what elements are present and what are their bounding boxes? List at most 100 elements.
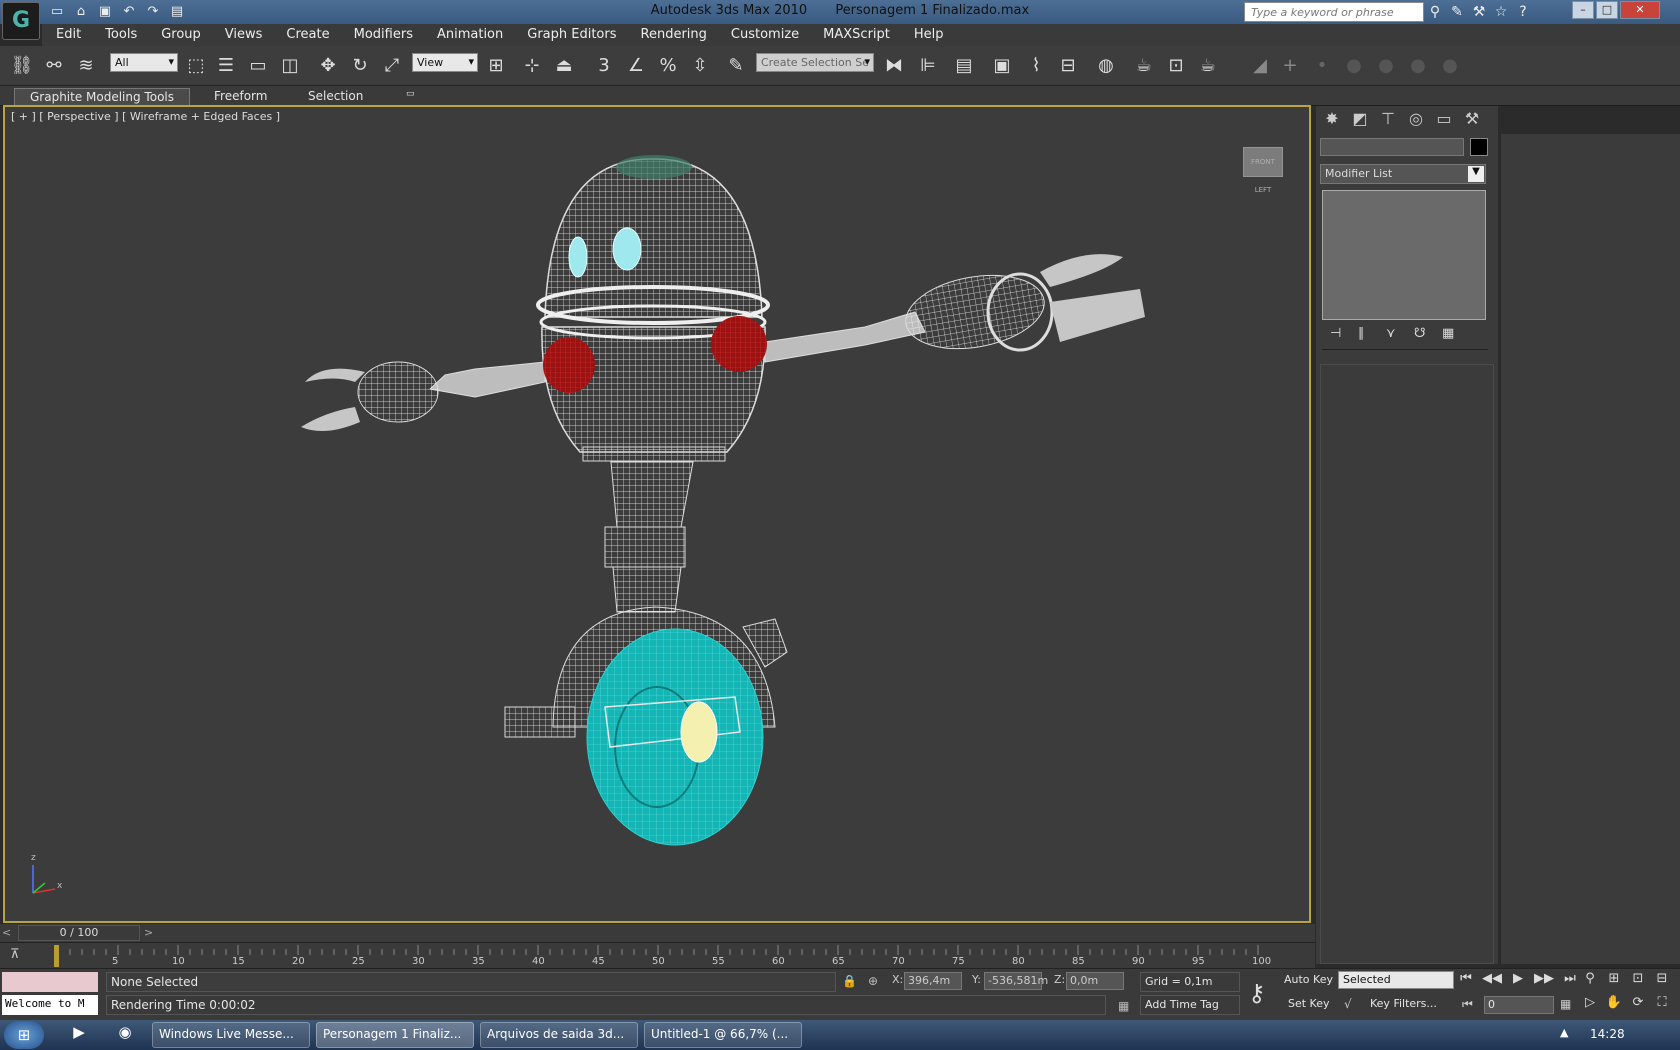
named-selection-set-dropdown[interactable]: Create Selection Se [756, 53, 874, 72]
media-player-icon[interactable]: ▶ [66, 1023, 92, 1047]
play-icon[interactable]: ▶ [1508, 971, 1528, 991]
key-icon[interactable]: ⚷ [1248, 979, 1278, 1009]
select-object-icon[interactable]: ⬚ [182, 52, 210, 80]
auto-key-button[interactable]: Auto Key [1284, 973, 1333, 986]
menu-tools[interactable]: Tools [91, 24, 147, 46]
menu-group[interactable]: Group [147, 24, 211, 46]
communication-icon[interactable]: ✎ [1448, 2, 1466, 22]
time-tag-icon[interactable]: ▦ [1118, 999, 1129, 1013]
zoom-extents-all-icon[interactable]: ⊟ [1652, 971, 1672, 991]
curve-editor-icon[interactable]: ⌇ [1022, 52, 1050, 80]
time-configuration-icon[interactable]: ▦ [1560, 997, 1571, 1011]
chevron-down-icon[interactable]: ▼ [1468, 166, 1484, 182]
modifier-list-dropdown[interactable]: Modifier List [1320, 164, 1486, 184]
start-button[interactable]: ⊞ [4, 1021, 44, 1049]
menu-views[interactable]: Views [211, 24, 273, 46]
clock[interactable]: 14:28 [1590, 1027, 1625, 1041]
task-windows-live-messenger[interactable]: Windows Live Messe... [152, 1022, 310, 1048]
maximize-viewport-icon[interactable]: ⛶ [1652, 995, 1672, 1015]
help-icon[interactable]: ? [1514, 2, 1532, 22]
pin-stack-icon[interactable]: ⊣ [1330, 326, 1348, 344]
modifier-stack[interactable] [1322, 190, 1486, 320]
rotate-icon[interactable]: ↻ [346, 52, 374, 80]
snaps-toggle-icon[interactable]: 3 [590, 52, 618, 80]
tab-graphite-modeling-tools[interactable]: Graphite Modeling Tools [14, 88, 190, 106]
new-file-icon[interactable]: ▭ [46, 2, 68, 22]
binoculars-icon[interactable]: ⚲ [1426, 2, 1444, 22]
object-color-swatch[interactable] [1470, 138, 1488, 156]
project-folder-icon[interactable]: ▤ [166, 2, 188, 22]
render-setup-icon[interactable]: ☕ [1130, 52, 1158, 80]
star-icon[interactable]: ☆ [1492, 2, 1510, 22]
remove-modifier-icon[interactable]: ☋ [1414, 326, 1432, 344]
material-editor-icon[interactable]: ◍ [1092, 52, 1120, 80]
motion-tab-icon[interactable]: ◎ [1403, 109, 1429, 131]
time-slider-next[interactable]: > [144, 926, 153, 939]
mini-curve-editor-icon[interactable]: ⊼ [10, 947, 20, 962]
edit-named-selection-icon[interactable]: ✎ [722, 52, 750, 80]
rendered-frame-window-icon[interactable]: ⊡ [1162, 52, 1190, 80]
make-unique-icon[interactable]: ⋎ [1386, 326, 1404, 344]
zoom-all-icon[interactable]: ⊞ [1604, 971, 1624, 991]
select-manipulate-icon[interactable]: ⊹ [518, 52, 546, 80]
task-explorer-folder[interactable]: Arquivos de saida 3d... [480, 1022, 638, 1048]
add-time-tag[interactable]: Add Time Tag [1140, 995, 1240, 1015]
menu-create[interactable]: Create [272, 24, 339, 46]
z-coordinate-field[interactable]: 0,0m [1066, 972, 1124, 990]
tab-freeform[interactable]: Freeform [204, 88, 277, 106]
maximize-button[interactable]: □ [1596, 1, 1618, 19]
robot-model[interactable] [5, 107, 1311, 923]
save-file-icon[interactable]: ▣ [94, 2, 116, 22]
default-in-out-tangent-icon[interactable]: √ [1344, 997, 1352, 1011]
tab-selection[interactable]: Selection [298, 88, 373, 106]
x-coordinate-field[interactable]: 396,4m [904, 972, 962, 990]
go-to-end-icon[interactable]: ⏭ [1560, 971, 1580, 991]
menu-rendering[interactable]: Rendering [627, 24, 717, 46]
configure-modifier-sets-icon[interactable]: ▦ [1442, 326, 1460, 344]
rectangle-selection-icon[interactable]: ▭ [244, 52, 272, 80]
tray-expand-icon[interactable]: ▲ [1560, 1026, 1568, 1039]
pivot-center-icon[interactable]: ⊞ [482, 52, 510, 80]
move-icon[interactable]: ✥ [314, 52, 342, 80]
menu-edit[interactable]: Edit [42, 24, 91, 46]
zoom-extents-icon[interactable]: ⊡ [1628, 971, 1648, 991]
field-of-view-icon[interactable]: ▷ [1580, 995, 1600, 1015]
search-input[interactable]: Type a keyword or phrase [1244, 2, 1424, 22]
pan-icon[interactable]: ✋ [1604, 995, 1624, 1015]
menu-graph-editors[interactable]: Graph Editors [513, 24, 626, 46]
previous-frame-icon[interactable]: ◀◀ [1482, 971, 1502, 991]
lock-icon[interactable]: 🔒 [842, 974, 857, 988]
keyboard-shortcut-override-icon[interactable]: ⏏ [550, 52, 578, 80]
ribbon-options-icon[interactable]: ▭ [396, 88, 425, 106]
graphite-toggle-icon[interactable]: ▣ [988, 52, 1016, 80]
align-icon[interactable]: ⊫ [914, 52, 942, 80]
display-tab-icon[interactable]: ▭ [1431, 109, 1457, 131]
time-slider-prev[interactable]: < [2, 926, 11, 939]
object-name-field[interactable] [1320, 138, 1464, 156]
firefox-icon[interactable]: ◉ [112, 1023, 138, 1047]
reference-coordinate-dropdown[interactable]: View [412, 53, 478, 72]
bind-space-warp-icon[interactable]: ≋ [72, 52, 100, 80]
modify-tab-icon[interactable]: ◩ [1347, 109, 1373, 131]
undo-icon[interactable]: ↶ [118, 2, 140, 22]
spinner-snap-icon[interactable]: ⇳ [686, 52, 714, 80]
zoom-icon[interactable]: ⚲ [1580, 971, 1600, 991]
menu-maxscript[interactable]: MAXScript [809, 24, 900, 46]
menu-help[interactable]: Help [900, 24, 954, 46]
plus-icon[interactable]: + [1276, 52, 1304, 80]
layer-manager-icon[interactable]: ▤ [950, 52, 978, 80]
schematic-view-icon[interactable]: ⊟ [1054, 52, 1082, 80]
application-button[interactable]: G [2, 2, 40, 40]
y-coordinate-field[interactable]: -536,581m [984, 972, 1048, 990]
redo-icon[interactable]: ↷ [142, 2, 164, 22]
render-production-icon[interactable]: ☕ [1194, 52, 1222, 80]
track-bar[interactable]: ⊼ 5 10 15 20 25 30 35 40 45 50 55 60 65 70 75 80 85 90 95 1… [0, 942, 1315, 968]
key-set-dropdown[interactable]: Selected [1338, 971, 1454, 989]
key-filters-button[interactable]: Key Filters... [1370, 997, 1437, 1010]
maxscript-listener-mini[interactable] [2, 972, 98, 992]
absolute-mode-icon[interactable]: ⊕ [868, 974, 878, 988]
window-crossing-icon[interactable]: ◫ [276, 52, 304, 80]
select-by-name-icon[interactable]: ☰ [212, 52, 240, 80]
selection-filter-dropdown[interactable]: All [110, 53, 178, 72]
open-file-icon[interactable]: ⌂ [70, 2, 92, 22]
